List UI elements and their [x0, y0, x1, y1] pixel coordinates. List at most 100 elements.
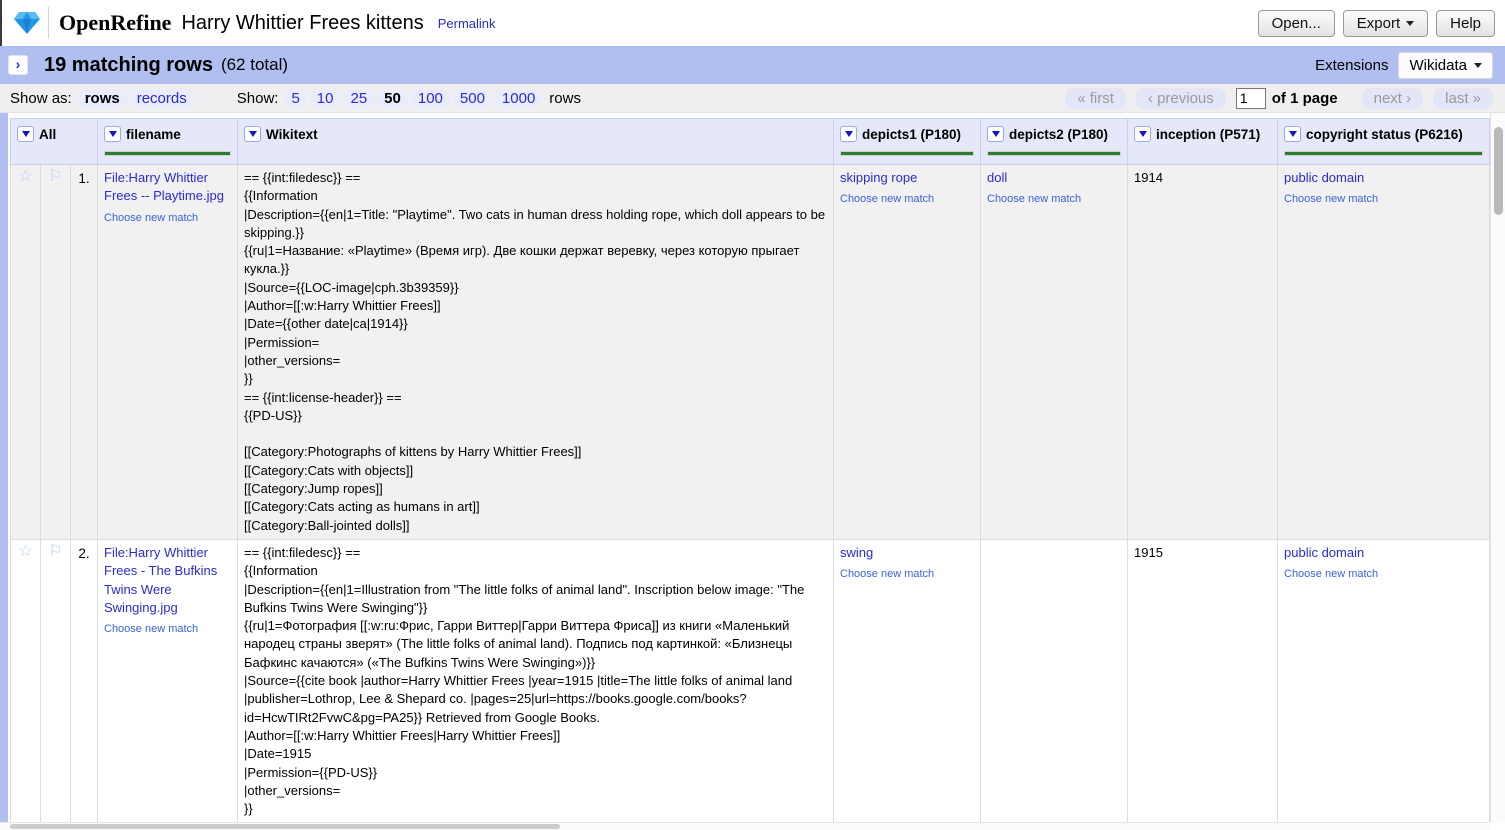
- wikitext-cell[interactable]: == {{int:filedesc}} == {{Information |De…: [237, 165, 833, 539]
- choose-new-match-link[interactable]: Choose new match: [987, 190, 1121, 208]
- show-as-rows-toggle[interactable]: rows: [78, 89, 127, 108]
- collapsed-facet-panel-strip[interactable]: [0, 113, 8, 830]
- expand-facet-panel-button[interactable]: ›: [8, 55, 28, 75]
- inception-cell[interactable]: 1914: [1127, 165, 1277, 539]
- chevron-down-icon: [109, 131, 117, 137]
- wikidata-extension-label: Wikidata: [1409, 57, 1467, 74]
- column-label: depicts1 (P180): [862, 125, 961, 142]
- wikidata-extension-button[interactable]: Wikidata: [1398, 52, 1493, 79]
- matched-entity-link[interactable]: public domain: [1284, 170, 1364, 185]
- flag-cell[interactable]: ⚐: [41, 165, 71, 539]
- page-size-25[interactable]: 25: [343, 89, 374, 108]
- choose-new-match-link[interactable]: Choose new match: [104, 209, 231, 227]
- filename-cell[interactable]: File:Harry Whittier Frees - The Bufkins …: [97, 540, 237, 822]
- chevron-down-icon: [1289, 131, 1297, 137]
- help-button[interactable]: Help: [1436, 10, 1495, 37]
- data-grid: All filename Wikitext depicts1 (P180) de…: [10, 118, 1490, 823]
- table-row: ☆ ⚐ 1. File:Harry Whittier Frees -- Play…: [10, 165, 1490, 540]
- column-menu-button[interactable]: [987, 126, 1004, 142]
- column-menu-button[interactable]: [104, 126, 121, 142]
- top-bar: OpenRefine Harry Whittier Frees kittens …: [0, 0, 1505, 46]
- choose-new-match-link[interactable]: Choose new match: [840, 190, 974, 208]
- choose-new-match-link[interactable]: Choose new match: [104, 620, 231, 638]
- column-label: Wikitext: [266, 125, 318, 142]
- view-bar: Show as: rows records Show: 5 10 25 50 1…: [0, 84, 1505, 113]
- column-label: depicts2 (P180): [1009, 125, 1108, 142]
- column-menu-button[interactable]: [840, 126, 857, 142]
- previous-page-button[interactable]: ‹ previous: [1136, 88, 1226, 109]
- matched-entity-link[interactable]: public domain: [1284, 545, 1364, 560]
- page-size-100[interactable]: 100: [411, 89, 450, 108]
- open-button[interactable]: Open...: [1258, 10, 1335, 37]
- column-label: inception (P571): [1156, 125, 1260, 142]
- vertical-scrollbar[interactable]: [1490, 113, 1505, 822]
- filename-cell[interactable]: File:Harry Whittier Frees -- Playtime.jp…: [97, 165, 237, 539]
- star-icon[interactable]: ☆: [18, 543, 32, 560]
- depicts1-cell[interactable]: swing Choose new match: [833, 540, 980, 822]
- app-name: OpenRefine: [59, 10, 171, 36]
- column-menu-button[interactable]: [17, 126, 34, 142]
- flag-icon[interactable]: ⚐: [48, 168, 62, 185]
- matched-entity-link[interactable]: File:Harry Whittier Frees - The Bufkins …: [104, 545, 217, 615]
- export-button[interactable]: Export: [1343, 10, 1428, 37]
- inception-value: 1915: [1134, 545, 1163, 560]
- copyright-status-cell[interactable]: public domain Choose new match: [1277, 540, 1490, 822]
- permalink-link[interactable]: Permalink: [438, 16, 496, 31]
- page-size-5[interactable]: 5: [284, 89, 306, 108]
- column-header-all: All: [10, 118, 97, 165]
- star-cell[interactable]: ☆: [11, 165, 41, 539]
- page-size-500[interactable]: 500: [453, 89, 492, 108]
- chevron-down-icon: [249, 131, 257, 137]
- inception-cell[interactable]: 1915: [1127, 540, 1277, 822]
- copyright-status-cell[interactable]: public domain Choose new match: [1277, 165, 1490, 539]
- depicts1-cell[interactable]: skipping rope Choose new match: [833, 165, 980, 539]
- page-number-input[interactable]: [1236, 88, 1266, 109]
- wikitext-cell[interactable]: == {{int:filedesc}} == {{Information |De…: [237, 540, 833, 822]
- flag-cell[interactable]: ⚐: [41, 540, 71, 822]
- chevron-down-icon: [1139, 131, 1147, 137]
- page-count-label: of 1 page: [1272, 90, 1338, 107]
- table-row: ☆ ⚐ 2. File:Harry Whittier Frees - The B…: [10, 540, 1490, 823]
- column-header-filename: filename: [97, 118, 237, 165]
- horizontal-scrollbar[interactable]: [0, 822, 1490, 830]
- matched-entity-link[interactable]: swing: [840, 545, 873, 560]
- column-header-copyright-status: copyright status (P6216): [1277, 118, 1490, 165]
- matching-rows-count: 19 matching rows: [44, 54, 213, 77]
- row-controls-cell: ☆ ⚐ 1.: [10, 165, 97, 539]
- data-table-area: All filename Wikitext depicts1 (P180) de…: [0, 113, 1505, 830]
- column-menu-button[interactable]: [1284, 126, 1301, 142]
- first-page-button[interactable]: « first: [1065, 88, 1126, 109]
- vertical-scrollbar-thumb[interactable]: [1494, 127, 1503, 215]
- summary-bar: › 19 matching rows (62 total) Extensions…: [0, 46, 1505, 84]
- star-cell[interactable]: ☆: [11, 540, 41, 822]
- chevron-down-icon: [992, 131, 1000, 137]
- export-button-label: Export: [1357, 15, 1400, 32]
- show-as-records-toggle[interactable]: records: [130, 89, 194, 108]
- depicts2-cell[interactable]: doll Choose new match: [980, 165, 1127, 539]
- matched-entity-link[interactable]: doll: [987, 170, 1007, 185]
- row-index: 1.: [71, 165, 97, 539]
- column-menu-button[interactable]: [244, 126, 261, 142]
- matched-entity-link[interactable]: File:Harry Whittier Frees -- Playtime.jp…: [104, 170, 224, 203]
- matched-entity-link[interactable]: skipping rope: [840, 170, 917, 185]
- page-size-10[interactable]: 10: [310, 89, 341, 108]
- reconciliation-progress-bar: [987, 151, 1121, 156]
- next-page-button[interactable]: next ›: [1362, 88, 1424, 109]
- star-icon[interactable]: ☆: [18, 168, 32, 185]
- brand-separator: [48, 7, 49, 39]
- chevron-down-icon: [845, 131, 853, 137]
- column-menu-button[interactable]: [1134, 126, 1151, 142]
- flag-icon[interactable]: ⚐: [48, 543, 62, 560]
- choose-new-match-link[interactable]: Choose new match: [1284, 190, 1483, 208]
- page-size-1000[interactable]: 1000: [495, 89, 542, 108]
- reconciliation-progress-bar: [840, 151, 974, 156]
- horizontal-scrollbar-thumb[interactable]: [10, 824, 560, 829]
- openrefine-diamond-icon: [14, 11, 40, 35]
- wikitext-value: == {{int:filedesc}} == {{Information |De…: [244, 544, 827, 818]
- choose-new-match-link[interactable]: Choose new match: [840, 565, 974, 583]
- choose-new-match-link[interactable]: Choose new match: [1284, 565, 1483, 583]
- column-header-depicts1: depicts1 (P180): [833, 118, 980, 165]
- last-page-button[interactable]: last »: [1433, 88, 1493, 109]
- page-size-50-active[interactable]: 50: [377, 89, 408, 108]
- depicts2-cell-empty[interactable]: [980, 540, 1127, 822]
